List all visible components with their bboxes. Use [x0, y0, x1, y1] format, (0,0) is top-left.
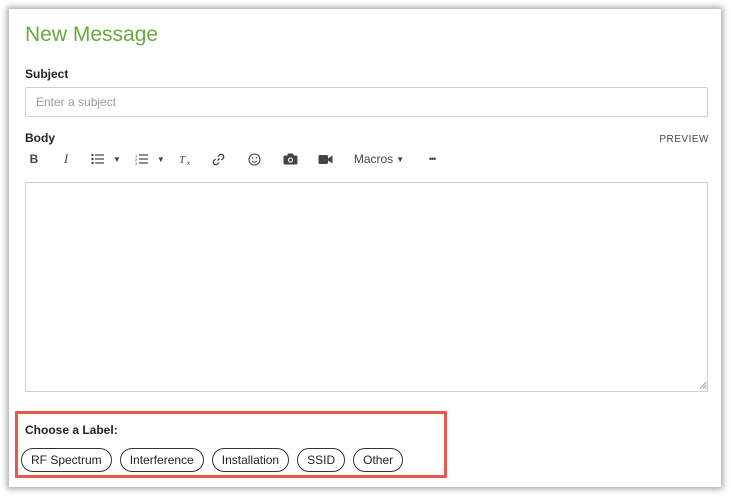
- label-chip-interference[interactable]: Interference: [119, 448, 204, 472]
- chevron-down-icon: ▼: [396, 154, 405, 164]
- more-icon: •••: [428, 154, 437, 164]
- preview-link[interactable]: PREVIEW: [659, 134, 709, 145]
- body-label: Body: [25, 131, 55, 145]
- numbered-list-icon: 1 2 3: [135, 153, 148, 165]
- emoji-button[interactable]: [247, 149, 263, 169]
- more-button[interactable]: •••: [424, 149, 440, 169]
- macros-label: Macros: [353, 152, 394, 166]
- bulleted-list-icon: [91, 153, 104, 165]
- camera-icon: [283, 153, 298, 165]
- bold-icon: B: [29, 152, 39, 166]
- svg-text:T: T: [179, 154, 186, 165]
- svg-text:x: x: [187, 161, 190, 165]
- svg-text:3: 3: [135, 161, 138, 165]
- editor-toolbar: B I ▼ 1 2 3 ▼ T x Macros ▼ •••: [25, 149, 440, 169]
- bold-button[interactable]: B: [25, 149, 43, 169]
- label-chip-other[interactable]: Other: [353, 448, 404, 472]
- body-editor[interactable]: [25, 182, 708, 392]
- link-icon: [213, 153, 225, 165]
- italic-button[interactable]: I: [57, 149, 75, 169]
- video-button[interactable]: [318, 149, 334, 169]
- label-chip-rf-spectrum[interactable]: RF Spectrum: [21, 448, 112, 472]
- label-chip-ssid[interactable]: SSID: [297, 448, 346, 472]
- video-icon: [318, 154, 333, 164]
- italic-icon: I: [63, 151, 69, 166]
- chevron-down-icon: ▼: [113, 154, 121, 164]
- subject-label: Subject: [25, 67, 69, 81]
- label-chip-installation[interactable]: Installation: [211, 448, 290, 472]
- emoji-icon: [248, 152, 261, 166]
- new-message-dialog: New Message Subject Body PREVIEW B I ▼ 1…: [9, 9, 721, 487]
- resize-handle-icon[interactable]: [699, 381, 707, 389]
- macros-dropdown[interactable]: Macros ▼: [354, 149, 404, 169]
- page-title: New Message: [25, 23, 159, 46]
- link-button[interactable]: [211, 149, 227, 169]
- choose-label-heading: Choose a Label:: [25, 423, 118, 437]
- numbered-list-button[interactable]: 1 2 3 ▼: [135, 149, 165, 169]
- bulleted-list-button[interactable]: ▼: [91, 149, 121, 169]
- clear-format-icon: T x: [179, 154, 190, 165]
- chevron-down-icon: ▼: [156, 154, 165, 164]
- subject-input[interactable]: [25, 87, 708, 117]
- label-chip-group: RF Spectrum Interference Installation SS…: [21, 448, 411, 472]
- clear-format-button[interactable]: T x: [178, 149, 194, 169]
- camera-button[interactable]: [283, 149, 299, 169]
